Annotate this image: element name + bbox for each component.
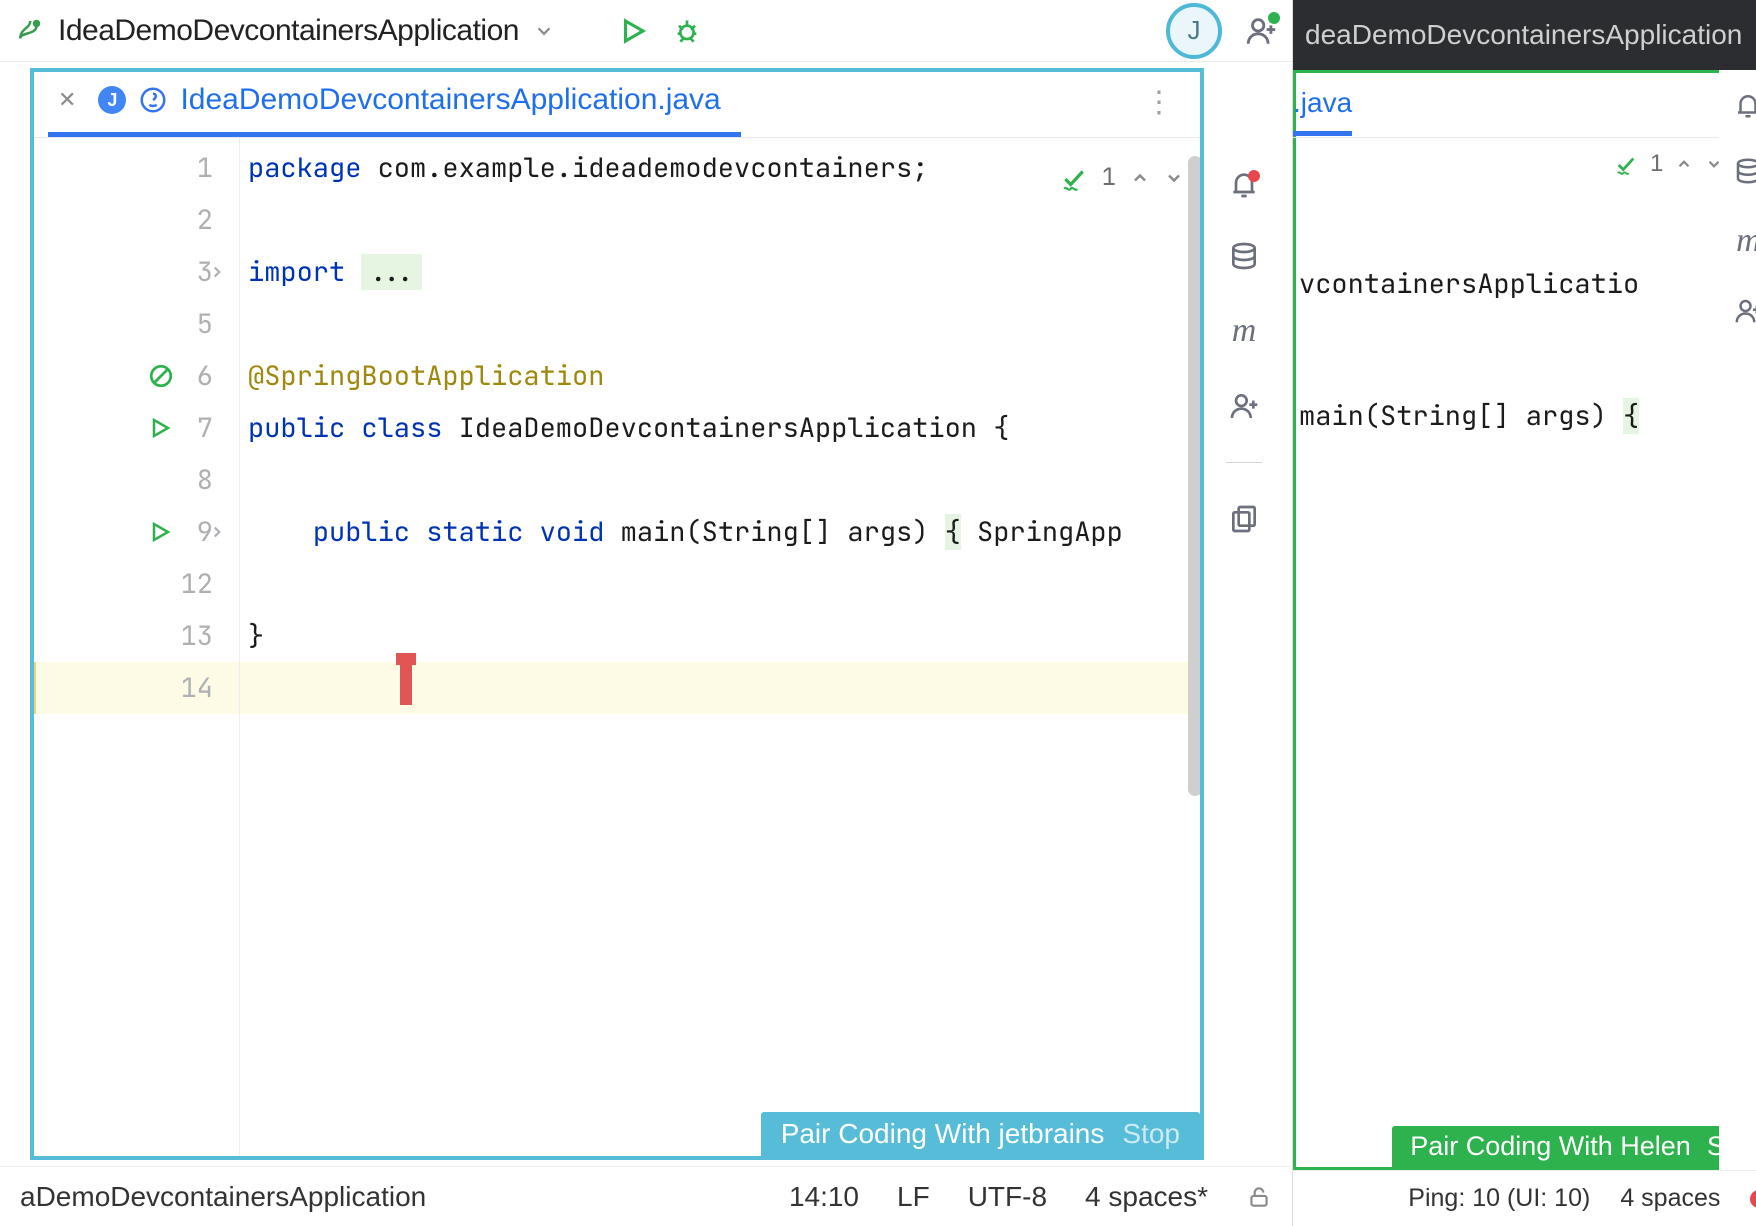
cursor-position[interactable]: 14:10 (789, 1181, 859, 1213)
inspection-typo-icon (1060, 165, 1088, 191)
breadcrumb[interactable]: aDemoDevcontainersApplication (20, 1181, 426, 1213)
code-editor[interactable]: 1 2 3 5 6 7 8 9 12 (30, 138, 1204, 1160)
secondary-inspections-widget[interactable]: 1 (1614, 150, 1723, 178)
database-icon[interactable] (1228, 240, 1260, 272)
notification-dot-icon (1248, 170, 1260, 182)
code-body[interactable]: package com.example.ideademodevcontainer… (240, 138, 1204, 1160)
code-with-me-icon[interactable] (1244, 14, 1278, 48)
navigation-bar: IdeaDemoDevcontainersApplication J (0, 0, 1292, 62)
inspections-widget[interactable]: 1 (1060, 152, 1184, 204)
error-indicator-icon[interactable] (1750, 1190, 1756, 1208)
file-encoding[interactable]: UTF-8 (968, 1181, 1047, 1213)
presence-dot-icon (1268, 12, 1280, 24)
gutter: 1 2 3 5 6 7 8 9 12 (30, 138, 240, 1160)
tab-menu-icon[interactable]: ⋮ (1144, 85, 1178, 120)
clipboard-icon[interactable] (1228, 503, 1260, 535)
database-icon[interactable] (1733, 156, 1756, 186)
notifications-icon[interactable] (1228, 168, 1260, 200)
no-entry-icon[interactable] (148, 363, 174, 389)
fold-icon[interactable] (208, 523, 226, 541)
run-button[interactable] (613, 11, 653, 51)
inspection-count: 1 (1102, 152, 1116, 204)
indent-setting[interactable]: 4 spaces (1620, 1184, 1720, 1213)
add-collaborator-icon[interactable] (1228, 390, 1260, 422)
next-problem-icon[interactable] (1164, 168, 1184, 188)
project-title[interactable]: IdeaDemoDevcontainersApplication (58, 14, 519, 48)
secondary-editor[interactable]: .java ⋮ 1 vcontainersApplicatio main(Str… (1293, 70, 1756, 1170)
secondary-titlebar: deaDemoDevcontainersApplication (1293, 0, 1756, 70)
maven-icon[interactable]: m (1736, 222, 1756, 260)
add-collaborator-icon[interactable] (1733, 296, 1756, 326)
secondary-tab[interactable]: .java (1293, 87, 1352, 136)
ping-status[interactable]: Ping: 10 (UI: 10) (1408, 1184, 1590, 1213)
fold-icon[interactable] (208, 263, 226, 281)
user-avatar[interactable]: J (1166, 3, 1222, 59)
close-tab-icon[interactable]: ✕ (58, 87, 76, 113)
status-bar: aDemoDevcontainersApplication 14:10 LF U… (0, 1166, 1292, 1226)
readonly-lock-icon[interactable] (1246, 1184, 1272, 1210)
pair-coding-text: Pair Coding With jetbrains (781, 1118, 1105, 1150)
main-ide-window: IdeaDemoDevcontainersApplication J (0, 0, 1292, 1226)
line-separator[interactable]: LF (897, 1181, 930, 1213)
debug-button[interactable] (667, 11, 707, 51)
run-line-icon[interactable] (148, 520, 172, 544)
prev-problem-icon[interactable] (1130, 168, 1150, 188)
secondary-tool-rail: m (1719, 70, 1756, 1170)
project-dropdown-chevron[interactable] (533, 20, 555, 42)
user-badge: J (98, 86, 126, 114)
editor-pane: ✕ J IdeaDemoDevcontainersApplication.jav… (30, 68, 1204, 1160)
secondary-status-bar: Ping: 10 (UI: 10) 4 spaces (1293, 1170, 1756, 1226)
maven-icon[interactable]: m (1232, 312, 1257, 350)
avatar-initial: J (1188, 15, 1201, 46)
java-class-icon (138, 85, 168, 115)
pair-coding-banner: Pair Coding With jetbrains Stop (761, 1112, 1200, 1156)
editor-tabs: ✕ J IdeaDemoDevcontainersApplication.jav… (30, 68, 1204, 138)
project-icon (14, 16, 44, 46)
inspection-typo-icon (1614, 153, 1638, 175)
notifications-icon[interactable] (1733, 90, 1756, 120)
pair-stop-button[interactable]: Stop (1122, 1118, 1180, 1150)
editor-tab-active[interactable]: ✕ J IdeaDemoDevcontainersApplication.jav… (48, 68, 741, 137)
right-tool-rail: m (1216, 168, 1272, 535)
folded-imports[interactable]: ... (361, 254, 422, 290)
remote-caret-icon (400, 663, 412, 705)
scrollbar-thumb[interactable] (1188, 156, 1202, 796)
run-line-icon[interactable] (148, 416, 172, 440)
secondary-title: deaDemoDevcontainersApplication (1305, 19, 1742, 51)
pair-coding-banner-secondary: Pair Coding With Helen Stop (1392, 1126, 1756, 1167)
indent-setting[interactable]: 4 spaces* (1085, 1181, 1208, 1213)
tab-label: IdeaDemoDevcontainersApplication.java (180, 83, 720, 117)
prev-problem-icon[interactable] (1675, 155, 1693, 173)
secondary-ide-window: deaDemoDevcontainersApplication .java ⋮ … (1292, 0, 1756, 1226)
